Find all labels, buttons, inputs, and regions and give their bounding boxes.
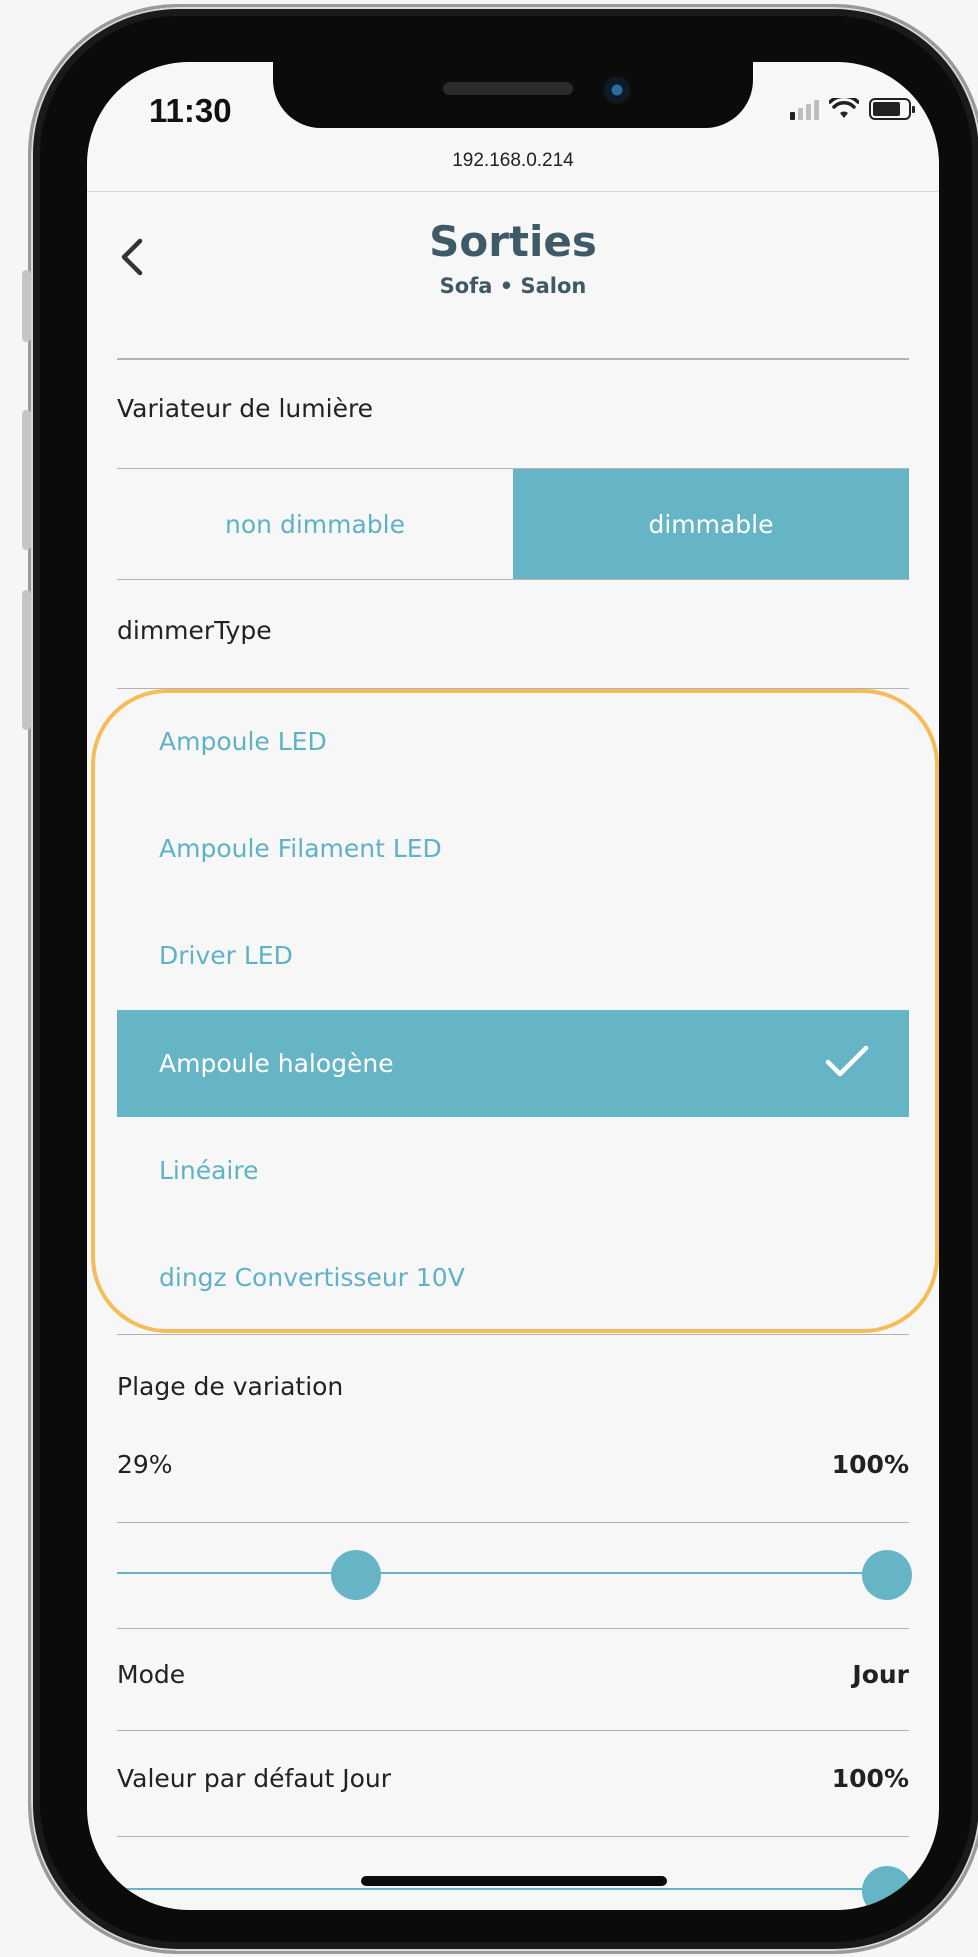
status-time: 11:30 (149, 92, 232, 129)
divider (117, 1522, 909, 1523)
mode-label: Mode (117, 1660, 186, 1689)
mode-value[interactable]: Jour (852, 1660, 909, 1689)
divider (117, 1730, 909, 1731)
range-max-value: 100% (831, 1450, 909, 1479)
volume-down-button (22, 590, 31, 730)
range-slider[interactable] (117, 1550, 912, 1600)
default-day-handle[interactable] (862, 1866, 912, 1910)
option-non-dimmable[interactable]: non dimmable (117, 469, 513, 579)
page-subtitle: Sofa • Salon (439, 274, 587, 298)
default-day-slider[interactable] (117, 1866, 912, 1910)
range-min-handle[interactable] (330, 1550, 381, 1600)
range-label: Plage de variation (117, 1372, 344, 1401)
front-camera (603, 76, 631, 104)
dimmer-type-label: dimmerType (117, 616, 272, 645)
battery-icon (869, 98, 915, 120)
mute-switch (22, 270, 31, 342)
address-bar[interactable]: 192.168.0.214 (87, 150, 939, 192)
option-dimmable[interactable]: dimmable (513, 469, 909, 579)
page-title: Sorties (429, 217, 597, 266)
range-max-handle[interactable] (862, 1550, 912, 1600)
divider (117, 1628, 909, 1629)
divider (117, 579, 909, 580)
cellular-signal-icon (790, 98, 819, 120)
divider (117, 1836, 909, 1837)
home-indicator (361, 1876, 667, 1886)
dimmer-segmented-control: non dimmable dimmable (117, 469, 909, 579)
divider (117, 358, 909, 360)
slider-track (117, 1888, 909, 1890)
status-icons (790, 98, 915, 120)
notch (273, 62, 753, 128)
slider-track (117, 1572, 909, 1574)
volume-up-button (22, 410, 31, 550)
range-min-value: 29% (117, 1450, 173, 1479)
dimmer-label: Variateur de lumière (117, 394, 374, 423)
wifi-icon (829, 98, 859, 118)
default-day-value: 100% (831, 1764, 909, 1793)
divider (117, 1334, 909, 1335)
speaker-grille (443, 82, 573, 95)
default-day-label: Valeur par défaut Jour (117, 1764, 392, 1793)
highlight-box (91, 689, 939, 1333)
